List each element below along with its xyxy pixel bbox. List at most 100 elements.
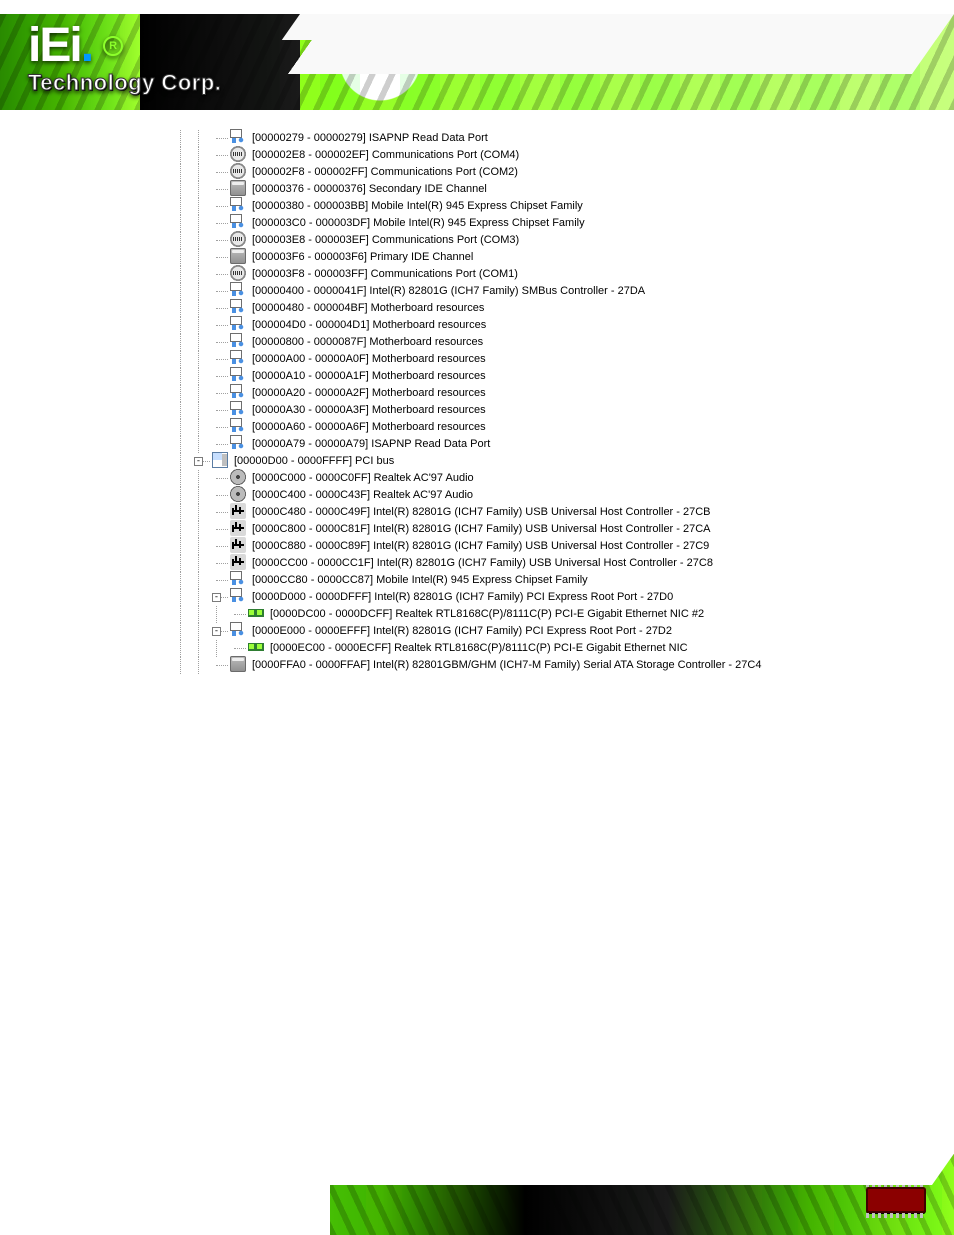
tree-row[interactable]: - [00000D00 - 0000FFFF] PCI bus [176, 453, 796, 470]
tree-expander[interactable]: - [194, 457, 203, 466]
tree-row[interactable]: [000003E8 - 000003EF] Communications Por… [176, 232, 796, 249]
usb-icon [230, 503, 246, 519]
tree-row[interactable]: [00000400 - 0000041F] Intel(R) 82801G (I… [176, 283, 796, 300]
port-icon [230, 163, 246, 179]
tree-row[interactable]: - [0000E000 - 0000EFFF] Intel(R) 82801G (… [176, 623, 796, 640]
header-banner: iEi. R Technology Corp. [0, 0, 954, 110]
tree-row-label: [0000CC00 - 0000CC1F] Intel(R) 82801G (I… [250, 557, 713, 569]
logo-mark: iEi. [28, 22, 92, 70]
device-icon [230, 384, 246, 400]
device-icon [230, 214, 246, 230]
port-icon [230, 265, 246, 281]
tree-row-label: [0000E000 - 0000EFFF] Intel(R) 82801G (I… [250, 625, 672, 637]
tree-row-label: [00000376 - 00000376] Secondary IDE Chan… [250, 183, 487, 195]
logo-mark-text: iEi [28, 19, 81, 72]
tree-row-label: [00000800 - 0000087F] Motherboard resour… [250, 336, 483, 348]
device-icon [230, 129, 246, 145]
usb-icon [230, 537, 246, 553]
tree-row-label: [0000EC00 - 0000ECFF] Realtek RTL8168C(P… [268, 642, 688, 654]
tree-row-label: [0000C400 - 0000C43F] Realtek AC'97 Audi… [250, 489, 473, 501]
device-icon [230, 316, 246, 332]
tree-row[interactable]: [000002E8 - 000002EF] Communications Por… [176, 147, 796, 164]
tree-row-label: [00000279 - 00000279] ISAPNP Read Data P… [250, 132, 488, 144]
device-icon [230, 588, 246, 604]
tree-row-label: [000002F8 - 000002FF] Communications Por… [250, 166, 518, 178]
tree-row[interactable]: [00000480 - 000004BF] Motherboard resour… [176, 300, 796, 317]
tree-row[interactable]: [00000A10 - 00000A1F] Motherboard resour… [176, 368, 796, 385]
device-icon [230, 367, 246, 383]
nic-icon [248, 605, 264, 621]
tree-row-label: [0000CC80 - 0000CC87] Mobile Intel(R) 94… [250, 574, 588, 586]
port-icon [230, 231, 246, 247]
tree-row[interactable]: [000004D0 - 000004D1] Motherboard resour… [176, 317, 796, 334]
device-tree: [00000279 - 00000279] ISAPNP Read Data P… [176, 130, 796, 674]
device-icon [230, 333, 246, 349]
chip-icon [866, 1187, 926, 1213]
tree-row-label: [00000A79 - 00000A79] ISAPNP Read Data P… [250, 438, 490, 450]
tree-row[interactable]: [00000A20 - 00000A2F] Motherboard resour… [176, 385, 796, 402]
tree-row-label: [000003F6 - 000003F6] Primary IDE Channe… [250, 251, 473, 263]
tree-row[interactable]: - [0000D000 - 0000DFFF] Intel(R) 82801G (… [176, 589, 796, 606]
tree-row-label: [0000C800 - 0000C81F] Intel(R) 82801G (I… [250, 523, 711, 535]
device-icon [230, 350, 246, 366]
tree-row[interactable]: [00000800 - 0000087F] Motherboard resour… [176, 334, 796, 351]
tree-row[interactable]: [0000C800 - 0000C81F] Intel(R) 82801G (I… [176, 521, 796, 538]
tree-row[interactable]: [0000C880 - 0000C89F] Intel(R) 82801G (I… [176, 538, 796, 555]
tree-row-label: [0000C480 - 0000C49F] Intel(R) 82801G (I… [250, 506, 711, 518]
tree-row[interactable]: [0000CC00 - 0000CC1F] Intel(R) 82801G (I… [176, 555, 796, 572]
usb-icon [230, 520, 246, 536]
tree-row-label: [00000400 - 0000041F] Intel(R) 82801G (I… [250, 285, 645, 297]
tree-row[interactable]: [00000A30 - 00000A3F] Motherboard resour… [176, 402, 796, 419]
tree-row-label: [0000FFA0 - 0000FFAF] Intel(R) 82801GBM/… [250, 659, 761, 671]
tree-row[interactable]: [00000376 - 00000376] Secondary IDE Chan… [176, 181, 796, 198]
nic-icon [248, 639, 264, 655]
tree-row-label: [0000D000 - 0000DFFF] Intel(R) 82801G (I… [250, 591, 673, 603]
port-icon [230, 146, 246, 162]
logo: iEi. R Technology Corp. [28, 22, 318, 92]
tree-row-label: [00000A60 - 00000A6F] Motherboard resour… [250, 421, 486, 433]
tree-expander[interactable]: - [212, 593, 221, 602]
tree-row-label: [00000A30 - 00000A3F] Motherboard resour… [250, 404, 486, 416]
tree-row[interactable]: [00000A60 - 00000A6F] Motherboard resour… [176, 419, 796, 436]
tree-row[interactable]: [0000DC00 - 0000DCFF] Realtek RTL8168C(P… [176, 606, 796, 623]
tree-row[interactable]: [000003C0 - 000003DF] Mobile Intel(R) 94… [176, 215, 796, 232]
ide-icon [230, 248, 246, 264]
device-icon [230, 282, 246, 298]
tree-row[interactable]: [00000A00 - 00000A0F] Motherboard resour… [176, 351, 796, 368]
tree-row-label: [0000DC00 - 0000DCFF] Realtek RTL8168C(P… [268, 608, 704, 620]
tree-row[interactable]: [0000EC00 - 0000ECFF] Realtek RTL8168C(P… [176, 640, 796, 657]
tree-row-label: [00000A00 - 00000A0F] Motherboard resour… [250, 353, 486, 365]
ide-icon [230, 180, 246, 196]
tree-row[interactable]: [0000C480 - 0000C49F] Intel(R) 82801G (I… [176, 504, 796, 521]
usb-icon [230, 554, 246, 570]
tree-row-label: [00000480 - 000004BF] Motherboard resour… [250, 302, 484, 314]
device-icon [230, 418, 246, 434]
tree-row[interactable]: [00000380 - 000003BB] Mobile Intel(R) 94… [176, 198, 796, 215]
tree-row[interactable]: [0000FFA0 - 0000FFAF] Intel(R) 82801GBM/… [176, 657, 796, 674]
tree-row[interactable]: [0000C400 - 0000C43F] Realtek AC'97 Audi… [176, 487, 796, 504]
tree-row-label: [00000380 - 000003BB] Mobile Intel(R) 94… [250, 200, 583, 212]
device-icon [230, 197, 246, 213]
device-icon [230, 622, 246, 638]
device-icon [230, 435, 246, 451]
tree-row[interactable]: [0000CC80 - 0000CC87] Mobile Intel(R) 94… [176, 572, 796, 589]
tree-row-label: [000003E8 - 000003EF] Communications Por… [250, 234, 519, 246]
tree-row[interactable]: [00000279 - 00000279] ISAPNP Read Data P… [176, 130, 796, 147]
tree-row[interactable]: [000003F8 - 000003FF] Communications Por… [176, 266, 796, 283]
tree-row-label: [00000D00 - 0000FFFF] PCI bus [232, 455, 394, 467]
device-icon [230, 401, 246, 417]
tree-row-label: [0000C880 - 0000C89F] Intel(R) 82801G (I… [250, 540, 709, 552]
tree-row-label: [000003F8 - 000003FF] Communications Por… [250, 268, 518, 280]
tree-row[interactable]: [000003F6 - 000003F6] Primary IDE Channe… [176, 249, 796, 266]
audio-icon [230, 469, 246, 485]
audio-icon [230, 486, 246, 502]
tree-expander[interactable]: - [212, 627, 221, 636]
tree-row[interactable]: [000002F8 - 000002FF] Communications Por… [176, 164, 796, 181]
tree-row-label: [0000C000 - 0000C0FF] Realtek AC'97 Audi… [250, 472, 474, 484]
tree-row-label: [000003C0 - 000003DF] Mobile Intel(R) 94… [250, 217, 585, 229]
tree-row-label: [000004D0 - 000004D1] Motherboard resour… [250, 319, 486, 331]
footer-banner [0, 1145, 954, 1235]
tree-row[interactable]: [00000A79 - 00000A79] ISAPNP Read Data P… [176, 436, 796, 453]
tree-row-label: [000002E8 - 000002EF] Communications Por… [250, 149, 519, 161]
tree-row[interactable]: [0000C000 - 0000C0FF] Realtek AC'97 Audi… [176, 470, 796, 487]
